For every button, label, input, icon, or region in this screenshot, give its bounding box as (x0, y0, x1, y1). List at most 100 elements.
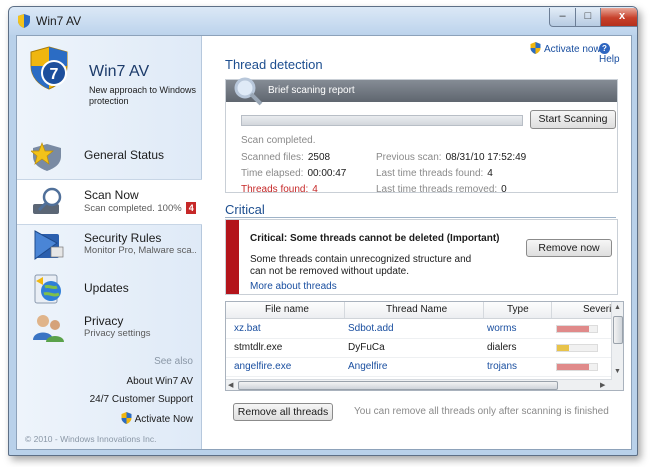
cell-thread-name: Angelfire (348, 361, 388, 372)
cell-type: worms (487, 323, 517, 334)
support-link[interactable]: 24/7 Customer Support (90, 394, 193, 405)
close-button[interactable]: x (600, 8, 637, 27)
help-label: Help (599, 54, 620, 65)
svg-text:7: 7 (50, 66, 59, 83)
scroll-left-arrow-icon[interactable]: ◀ (228, 381, 233, 389)
minimize-button[interactable]: – (549, 8, 576, 27)
help-link[interactable]: ?Help (599, 42, 631, 65)
threads-found-label: Threads found: (241, 184, 309, 195)
remove-all-threads-button[interactable]: Remove all threads (233, 403, 333, 421)
scroll-down-arrow-icon[interactable]: ▼ (614, 368, 621, 375)
col-type[interactable]: Type (507, 304, 529, 315)
last-found-value: 4 (487, 168, 493, 179)
scroll-right-arrow-icon[interactable]: ▶ (600, 381, 605, 389)
sidebar-item-label: Security Rules (84, 231, 162, 245)
table-header: File name Thread Name Type Severi (226, 302, 612, 319)
last-removed-value: 0 (501, 184, 507, 195)
see-also-heading: See also (154, 356, 193, 367)
critical-alert-bar (226, 220, 239, 294)
scanned-files-stat: Scanned files: 2508 (241, 152, 330, 163)
col-thread-name[interactable]: Thread Name (386, 304, 447, 315)
scroll-up-arrow-icon[interactable]: ▲ (614, 304, 621, 311)
sidebar-item-general-status[interactable]: General Status (17, 134, 201, 178)
critical-divider (225, 217, 616, 218)
sidebar-item-security-rules[interactable]: Security Rules Monitor Pro, Malware sca.… (17, 223, 201, 267)
sidebar-item-label: Scan Now (84, 188, 139, 202)
remove-now-button[interactable]: Remove now (526, 239, 612, 257)
last-found-label: Last time threads found: (376, 168, 484, 179)
sidebar-item-updates[interactable]: Updates (17, 267, 201, 311)
sidebar-item-label: Privacy (84, 314, 124, 328)
previous-scan-stat: Previous scan: 08/31/10 17:52:49 (376, 152, 526, 163)
sidebar-item-label: General Status (84, 148, 165, 162)
start-scanning-button[interactable]: Start Scanning (530, 110, 616, 129)
privacy-users-icon (33, 315, 64, 342)
column-divider (483, 302, 484, 318)
col-severity[interactable]: Severi (583, 304, 611, 315)
sidebar-item-privacy[interactable]: Privacy Privacy settings (17, 306, 201, 350)
vertical-scrollbar[interactable]: ▲ ▼ (611, 302, 623, 390)
about-link[interactable]: About Win7 AV (126, 376, 193, 387)
last-removed-stat: Last time threads removed: 0 (376, 184, 507, 195)
last-found-stat: Last time threads found: 4 (376, 168, 493, 179)
window-title: Win7 AV (36, 14, 82, 28)
brand-name: Win7 AV (89, 63, 150, 80)
critical-title: Critical (225, 202, 265, 217)
activate-now-label: Activate now (544, 44, 601, 55)
column-divider (551, 302, 552, 318)
col-file-name[interactable]: File name (265, 304, 309, 315)
critical-alert: Critical: Some threads cannot be deleted… (225, 219, 618, 295)
time-elapsed-stat: Time elapsed: 00:00:47 (241, 168, 346, 179)
severity-fill (557, 345, 569, 351)
sidebar-item-label: Updates (84, 281, 129, 295)
updates-globe-icon (34, 274, 61, 304)
column-divider (344, 302, 345, 318)
star-shield-icon (31, 142, 61, 171)
horizontal-scrollbar[interactable]: ◀ ▶ (226, 379, 612, 390)
magnifier-icon (234, 77, 263, 106)
table-row[interactable]: xz.bat Sdbot.add worms (226, 319, 612, 339)
scan-report-panel: Brief scaning report Start Scanning Scan… (225, 77, 618, 195)
more-about-threads-link[interactable]: More about threads (250, 281, 337, 292)
severity-meter (556, 344, 598, 352)
cell-file-name: xz.bat (234, 323, 261, 334)
cell-type: dialers (487, 342, 517, 353)
app-window: Win7 AV – □ x 7 Win7 AV New approach to … (8, 6, 638, 456)
maximize-button[interactable]: □ (575, 8, 601, 27)
activate-now-link[interactable]: Activate now (530, 42, 601, 55)
table-row[interactable]: angelfire.exe Angelfire trojans (226, 357, 612, 377)
scan-report-header: Brief scaning report (226, 80, 617, 102)
horizontal-scroll-thumb[interactable] (238, 381, 558, 390)
scan-report-label: Brief scaning report (268, 85, 355, 96)
vertical-scroll-thumb[interactable] (613, 316, 623, 344)
copyright-text: © 2010 - Windows Innovations Inc. (25, 434, 157, 444)
sidebar-item-scan-now[interactable]: Scan Now Scan completed. 100% 4 (17, 179, 202, 225)
cell-file-name: stmtdlr.exe (234, 342, 283, 353)
shield-icon (121, 412, 132, 424)
activate-now-label: Activate Now (134, 414, 193, 425)
time-elapsed-label: Time elapsed: (241, 168, 304, 179)
app-shield-icon (18, 14, 30, 28)
scan-status-text: Scan completed. 100% 4 (84, 202, 196, 214)
activate-now-sidebar-link[interactable]: Activate Now (121, 412, 193, 425)
help-icon: ? (599, 43, 610, 54)
scanned-files-label: Scanned files: (241, 152, 304, 163)
critical-heading: Critical: Some threads cannot be deleted… (250, 233, 500, 244)
severity-fill (557, 326, 589, 332)
title-bar[interactable]: Win7 AV – □ x (9, 7, 637, 35)
sidebar-item-sublabel: Monitor Pro, Malware sca... (84, 245, 196, 256)
shield-icon (530, 42, 541, 54)
sidebar-item-sublabel: Privacy settings (84, 328, 151, 339)
cell-file-name: angelfire.exe (234, 361, 292, 372)
threats-table: File name Thread Name Type Severi xz.bat… (225, 301, 624, 391)
cell-type: trojans (487, 361, 518, 372)
scan-magnifier-icon (33, 187, 62, 214)
table-row[interactable]: stmtdlr.exe DyFuCa dialers (226, 338, 612, 358)
brand-tagline: New approach to Windows protection (89, 85, 197, 106)
last-removed-label: Last time threads removed: (376, 184, 498, 195)
scan-status-label: Scan completed. 100% (84, 203, 182, 214)
severity-meter (556, 363, 598, 371)
scan-progress-bar (241, 115, 523, 126)
severity-fill (557, 364, 589, 370)
threads-found-stat: Threads found: 4 (241, 184, 318, 195)
